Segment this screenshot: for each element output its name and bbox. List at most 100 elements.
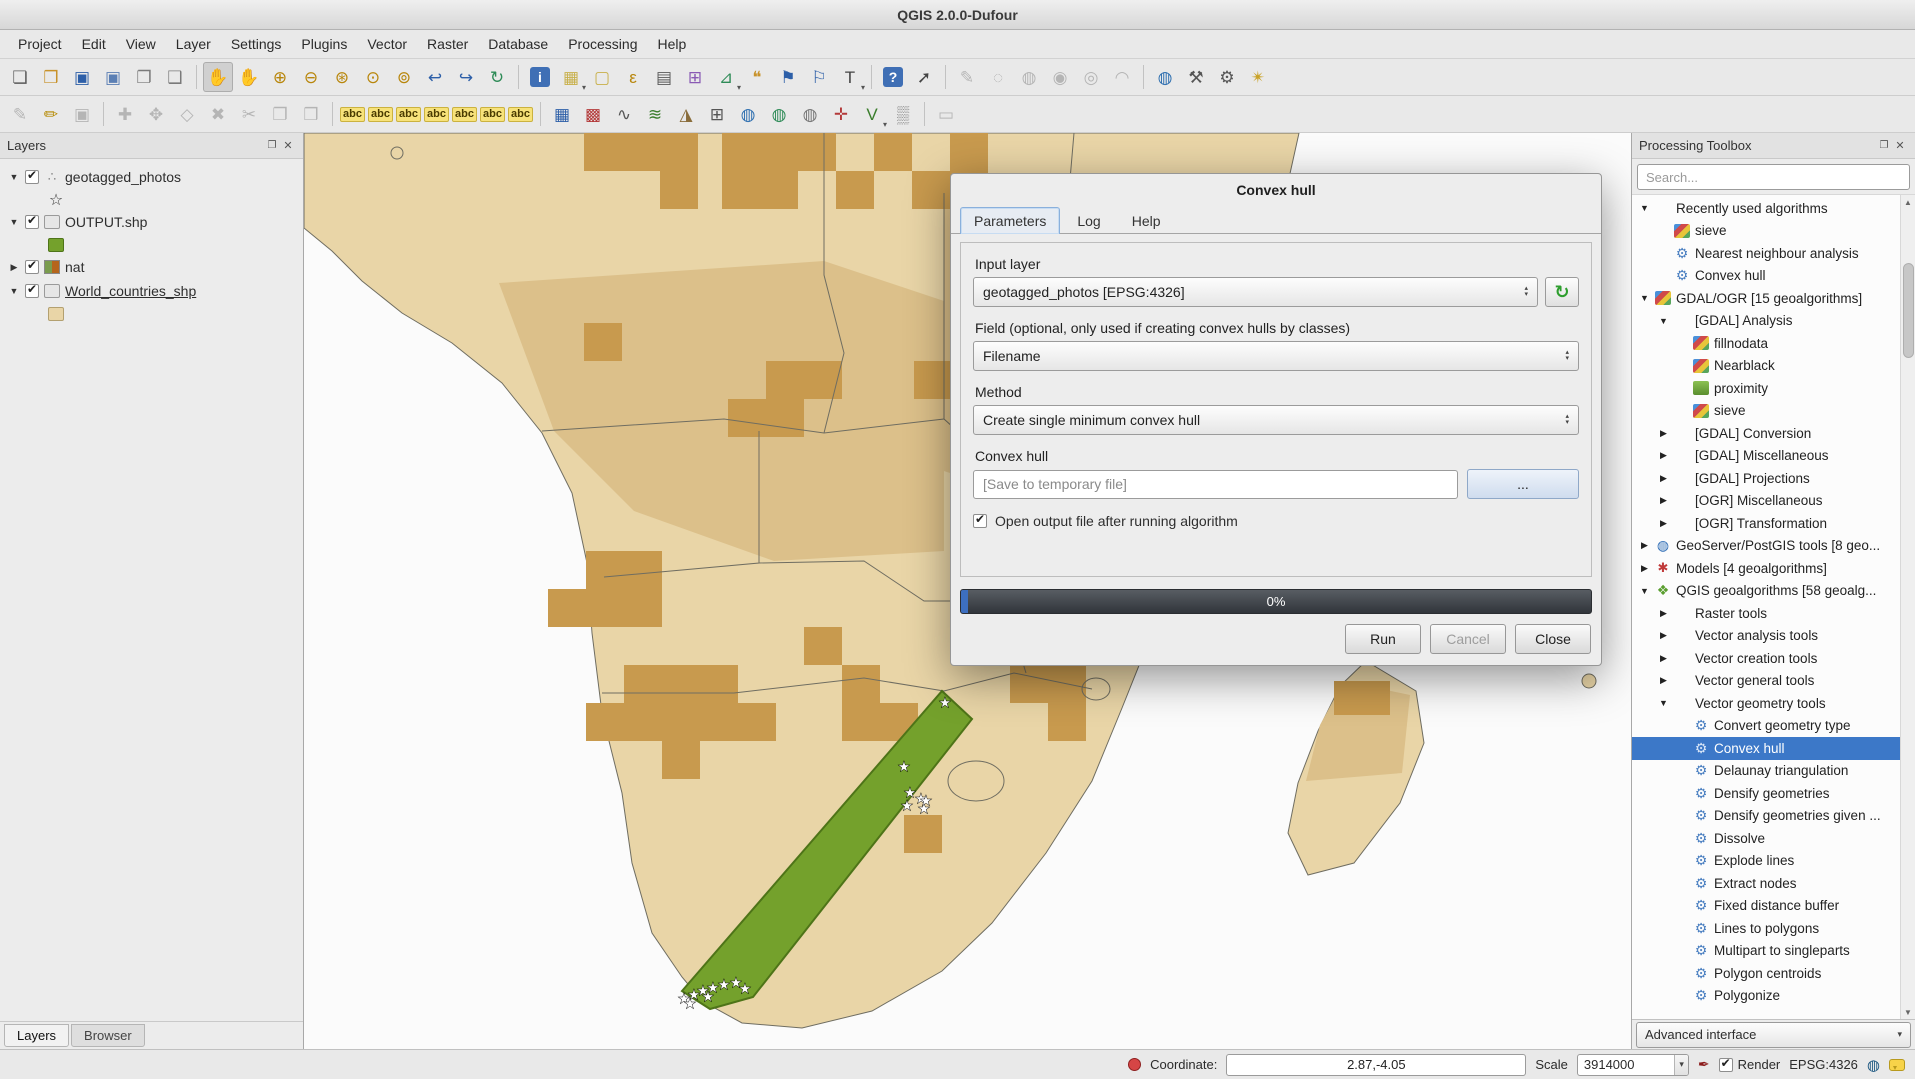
- menu-database[interactable]: Database: [478, 32, 558, 56]
- close-icon[interactable]: [1892, 138, 1908, 154]
- input-layer-combo[interactable]: geotagged_photos [EPSG:4326]: [973, 277, 1538, 307]
- undock-icon[interactable]: [264, 138, 280, 154]
- whats-this-button[interactable]: ➚: [909, 62, 939, 92]
- layer-geotagged-photos[interactable]: ▼ geotagged_photos: [2, 165, 301, 189]
- alg-densify-geometries-given[interactable]: Densify geometries given ...: [1632, 805, 1900, 828]
- group-models[interactable]: ▶ Models [4 geoalgorithms]: [1632, 557, 1900, 580]
- fill-ring-button[interactable]: ◉: [1045, 62, 1075, 92]
- expander-icon[interactable]: ▶: [1658, 608, 1669, 619]
- expander-icon[interactable]: ▶: [1658, 495, 1669, 506]
- globe-gray-button[interactable]: ◍: [795, 99, 825, 129]
- zoom-to-layer-button[interactable]: ⊚: [389, 62, 419, 92]
- group-vector-geometry-tools[interactable]: ▼ Vector geometry tools: [1632, 692, 1900, 715]
- toggle-editing-button[interactable]: ✏: [36, 99, 66, 129]
- delete-ring-button[interactable]: ◎: [1076, 62, 1106, 92]
- cut-features-button[interactable]: ✂: [234, 99, 264, 129]
- close-button[interactable]: Close: [1515, 624, 1591, 654]
- alg-explode-lines[interactable]: Explode lines: [1632, 850, 1900, 873]
- titlebar[interactable]: QGIS 2.0.0-Dufour: [0, 0, 1915, 30]
- open-project-button[interactable]: ❒: [36, 62, 66, 92]
- expander-icon[interactable]: ▼: [8, 172, 20, 182]
- move-feature-button[interactable]: ✥: [141, 99, 171, 129]
- add-feature-button[interactable]: ✚: [110, 99, 140, 129]
- group-ogr-miscellaneous[interactable]: ▶ [OGR] Miscellaneous: [1632, 490, 1900, 513]
- group-gdal-miscellaneous[interactable]: ▶ [GDAL] Miscellaneous: [1632, 445, 1900, 468]
- coordinate-input[interactable]: [1226, 1054, 1526, 1076]
- refresh-map-button[interactable]: ↻: [482, 62, 512, 92]
- tab-help[interactable]: Help: [1118, 207, 1175, 234]
- browse-button[interactable]: ...: [1467, 469, 1579, 499]
- tab-browser[interactable]: Browser: [71, 1024, 145, 1047]
- select-by-expression-button[interactable]: ε: [618, 62, 648, 92]
- help-button[interactable]: ?: [878, 62, 908, 92]
- alg-polygon-centroids[interactable]: Polygon centroids: [1632, 962, 1900, 985]
- group-gdal-analysis[interactable]: ▼ [GDAL] Analysis: [1632, 310, 1900, 333]
- run-button[interactable]: Run: [1345, 624, 1421, 654]
- label-selected-button[interactable]: abc: [367, 99, 394, 129]
- stop-render-icon[interactable]: [1128, 1058, 1141, 1071]
- save-edits-button[interactable]: ▣: [67, 99, 97, 129]
- expander-icon[interactable]: ▼: [1639, 586, 1650, 596]
- georeferencer-button[interactable]: ⊞: [702, 99, 732, 129]
- menu-plugins[interactable]: Plugins: [291, 32, 357, 56]
- group-vector-creation-tools[interactable]: ▶ Vector creation tools: [1632, 647, 1900, 670]
- favorites-button[interactable]: ✴: [1243, 62, 1273, 92]
- close-icon[interactable]: [280, 138, 296, 154]
- group-raster-tools[interactable]: ▶ Raster tools: [1632, 602, 1900, 625]
- menu-raster[interactable]: Raster: [417, 32, 478, 56]
- add-ring-button[interactable]: ◌: [983, 62, 1013, 92]
- expander-icon[interactable]: ▶: [1658, 630, 1669, 641]
- menu-view[interactable]: View: [116, 32, 166, 56]
- menu-vector[interactable]: Vector: [357, 32, 417, 56]
- vector-checker-button[interactable]: ▦: [547, 99, 577, 129]
- zoom-in-button[interactable]: ⊕: [265, 62, 295, 92]
- group-geoserver-postgis[interactable]: ▶ GeoServer/PostGIS tools [8 geo...: [1632, 535, 1900, 558]
- labeling-button[interactable]: abc: [339, 99, 366, 129]
- group-recently-used[interactable]: ▼ Recently used algorithms: [1632, 197, 1900, 220]
- label-rotate-button[interactable]: abc: [479, 99, 506, 129]
- group-gdal-ogr[interactable]: ▼ GDAL/OGR [15 geoalgorithms]: [1632, 287, 1900, 310]
- node-tool-button[interactable]: ◇: [172, 99, 202, 129]
- render-checkbox[interactable]: [1719, 1058, 1733, 1072]
- pen-icon[interactable]: ✒: [1698, 1056, 1710, 1073]
- menu-processing[interactable]: Processing: [558, 32, 647, 56]
- text-annotation-button[interactable]: T: [835, 62, 865, 92]
- zoom-last-button[interactable]: ↩: [420, 62, 450, 92]
- alg-sieve[interactable]: sieve: [1632, 400, 1900, 423]
- web-globe-button[interactable]: ◍: [733, 99, 763, 129]
- layer-visibility-checkbox[interactable]: [25, 284, 39, 298]
- zoom-next-button[interactable]: ↪: [451, 62, 481, 92]
- expander-icon[interactable]: ▶: [1639, 563, 1650, 574]
- layer-output-shp[interactable]: ▼ OUTPUT.shp: [2, 210, 301, 234]
- alg-extract-nodes[interactable]: Extract nodes: [1632, 872, 1900, 895]
- label-move-button[interactable]: abc: [451, 99, 478, 129]
- expander-icon[interactable]: ▶: [1658, 675, 1669, 686]
- output-file-input[interactable]: [973, 470, 1458, 499]
- expander-icon[interactable]: ▶: [1658, 653, 1669, 664]
- scrollbar-thumb[interactable]: [1903, 263, 1914, 358]
- simplify-feature-button[interactable]: ✎: [952, 62, 982, 92]
- pan-map-button[interactable]: ✋: [203, 62, 233, 92]
- label-pin-button[interactable]: abc: [395, 99, 422, 129]
- zoom-full-button[interactable]: ⊛: [327, 62, 357, 92]
- alg-lines-to-polygons[interactable]: Lines to polygons: [1632, 917, 1900, 940]
- scale-combo[interactable]: 3914000 ▾: [1577, 1054, 1689, 1076]
- layer-visibility-checkbox[interactable]: [25, 260, 39, 274]
- menu-project[interactable]: Project: [8, 32, 72, 56]
- interface-mode-combo[interactable]: Advanced interface: [1636, 1022, 1911, 1048]
- menu-layer[interactable]: Layer: [166, 32, 221, 56]
- new-bookmark-button[interactable]: ⚑: [773, 62, 803, 92]
- add-part-button[interactable]: ◍: [1014, 62, 1044, 92]
- expander-icon[interactable]: ▶: [1658, 473, 1669, 484]
- layer-visibility-checkbox[interactable]: [25, 215, 39, 229]
- expander-icon[interactable]: ▼: [1639, 293, 1650, 303]
- grid-button[interactable]: ▒: [888, 99, 918, 129]
- alg-fillnodata[interactable]: fillnodata: [1632, 332, 1900, 355]
- expander-icon[interactable]: ▼: [8, 286, 20, 296]
- deselect-button[interactable]: ▢: [587, 62, 617, 92]
- group-gdal-projections[interactable]: ▶ [GDAL] Projections: [1632, 467, 1900, 490]
- reshape-features-button[interactable]: ◠: [1107, 62, 1137, 92]
- method-combo[interactable]: Create single minimum convex hull: [973, 405, 1579, 435]
- tab-log[interactable]: Log: [1063, 207, 1114, 234]
- alg-nearest-neighbour[interactable]: Nearest neighbour analysis: [1632, 242, 1900, 265]
